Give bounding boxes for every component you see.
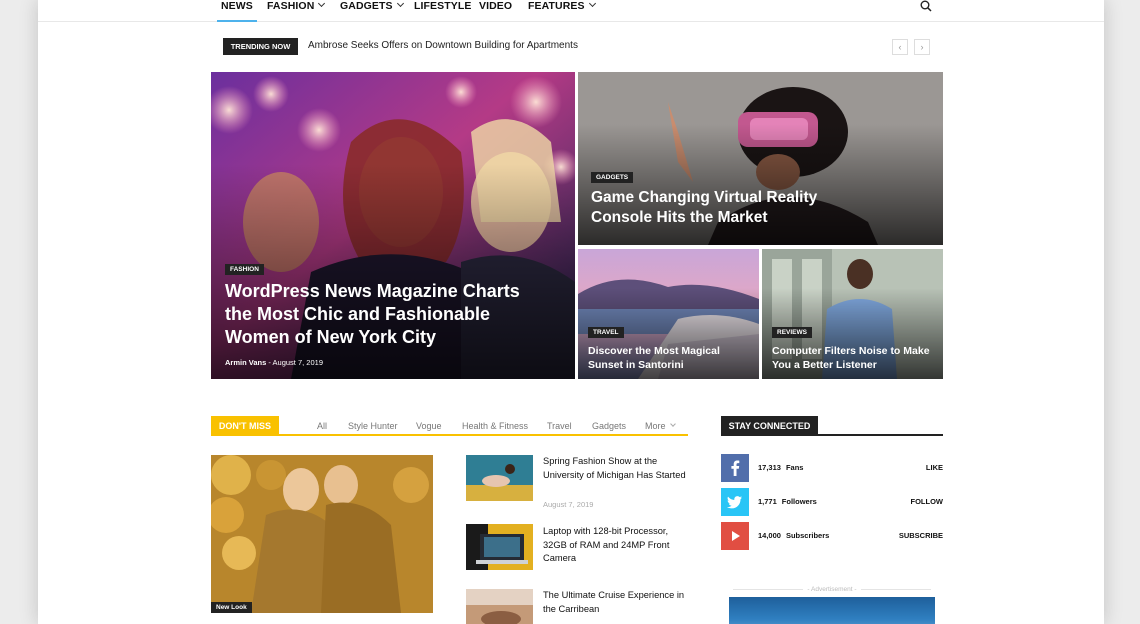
- dont-miss-featured-article[interactable]: New Look: [211, 455, 433, 613]
- category-badge[interactable]: FASHION: [225, 264, 264, 275]
- hero-top-right-article[interactable]: GADGETS Game Changing Virtual Reality Co…: [578, 72, 943, 245]
- nav-label: LIFESTYLE: [414, 0, 472, 12]
- filter-more-label: More: [645, 421, 666, 431]
- twitter-icon: [721, 488, 749, 516]
- post-title-link[interactable]: The Ultimate Cruise Experience in the Ca…: [543, 589, 693, 616]
- post-thumbnail-image: [466, 455, 533, 501]
- social-count: 14,000 Subscribers: [758, 531, 829, 540]
- social-row-facebook[interactable]: 17,313 Fans LIKE: [721, 454, 943, 482]
- advertisement-label: - Advertisement -: [721, 586, 943, 593]
- trending-headline-link[interactable]: Ambrose Seeks Offers on Downtown Buildin…: [308, 40, 578, 51]
- chevron-right-icon: ›: [920, 42, 924, 52]
- filter-more[interactable]: More: [645, 421, 676, 431]
- nav-item-news[interactable]: NEWS: [217, 0, 257, 22]
- hero-main-title[interactable]: WordPress News Magazine Charts the Most …: [225, 280, 535, 349]
- social-count: 1,771 Followers: [758, 497, 817, 506]
- post-thumbnail[interactable]: [466, 524, 533, 570]
- nav-label: GADGETS: [340, 0, 393, 12]
- search-icon[interactable]: [920, 0, 932, 12]
- count-unit: Subscribers: [785, 531, 830, 540]
- hero-top-right-title[interactable]: Game Changing Virtual Reality Console Hi…: [591, 188, 851, 228]
- chevron-left-icon: ‹: [898, 42, 902, 52]
- post-date: August 7, 2019: [543, 500, 594, 509]
- social-count: 17,313 Fans: [758, 463, 803, 472]
- chevron-down-icon: [318, 0, 326, 8]
- post-meta: Armin Vans - August 7, 2019: [225, 358, 323, 367]
- follow-button[interactable]: FOLLOW: [911, 497, 944, 506]
- filter-gadgets[interactable]: Gadgets: [592, 421, 626, 431]
- chevron-down-icon: [396, 0, 404, 8]
- block-title: DON'T MISS: [211, 416, 279, 436]
- post-thumbnail-image: [466, 589, 533, 624]
- advertisement-banner[interactable]: [729, 597, 935, 624]
- advertisement-label-text: - Advertisement -: [807, 586, 857, 593]
- count-value: 1,771: [758, 497, 777, 506]
- chevron-down-icon: [588, 0, 596, 8]
- filter-all[interactable]: All: [317, 421, 327, 431]
- post-title-link[interactable]: Laptop with 128-bit Processor, 32GB of R…: [543, 525, 693, 566]
- page: NEWS FASHION GADGETS LIFESTYLE VIDEO FEA…: [38, 0, 1104, 624]
- nav-item-fashion[interactable]: FASHION: [267, 0, 326, 22]
- social-row-twitter[interactable]: 1,771 Followers FOLLOW: [721, 488, 943, 516]
- filter-health-fitness[interactable]: Health & Fitness: [462, 421, 528, 431]
- count-unit: Fans: [785, 463, 804, 472]
- hero-main-article[interactable]: FASHION WordPress News Magazine Charts t…: [211, 72, 575, 379]
- like-button[interactable]: LIKE: [926, 463, 943, 472]
- main-nav: NEWS FASHION GADGETS LIFESTYLE VIDEO FEA…: [38, 0, 1104, 22]
- post-title-link[interactable]: Spring Fashion Show at the University of…: [543, 455, 693, 482]
- stay-connected-header: STAY CONNECTED: [721, 416, 943, 436]
- count-value: 17,313: [758, 463, 781, 472]
- nav-label: VIDEO: [479, 0, 513, 12]
- hero-bottom-left-article[interactable]: TRAVEL Discover the Most Magical Sunset …: [578, 249, 759, 379]
- author-name[interactable]: Armin Vans: [225, 358, 266, 367]
- count-unit: Followers: [781, 497, 817, 506]
- nav-label: FASHION: [267, 0, 315, 12]
- trending-prev-button[interactable]: ‹: [892, 39, 908, 55]
- nav-item-gadgets[interactable]: GADGETS: [340, 0, 404, 22]
- category-badge[interactable]: GADGETS: [591, 172, 634, 183]
- post-date: August 7, 2019: [272, 358, 323, 367]
- subscribe-button[interactable]: SUBSCRIBE: [899, 531, 943, 540]
- nav-item-features[interactable]: FEATURES: [528, 0, 596, 22]
- nav-item-video[interactable]: VIDEO: [479, 0, 512, 22]
- chevron-down-icon: [669, 421, 676, 427]
- hero-bottom-right-title[interactable]: Computer Filters Noise to Make You a Bet…: [772, 344, 937, 372]
- filter-travel[interactable]: Travel: [547, 421, 572, 431]
- facebook-icon: [721, 454, 749, 482]
- trending-badge: TRENDING NOW: [223, 38, 298, 55]
- post-thumbnail[interactable]: [466, 589, 533, 624]
- trending-next-button[interactable]: ›: [914, 39, 930, 55]
- hero-bottom-left-title[interactable]: Discover the Most Magical Sunset in Sant…: [588, 344, 753, 372]
- category-badge[interactable]: REVIEWS: [772, 327, 812, 338]
- post-thumbnail[interactable]: [466, 455, 533, 501]
- filter-style-hunter[interactable]: Style Hunter: [348, 421, 398, 431]
- featured-post-image: [211, 455, 433, 613]
- nav-label: FEATURES: [528, 0, 585, 12]
- nav-item-lifestyle[interactable]: LIFESTYLE: [414, 0, 472, 22]
- social-row-youtube[interactable]: 14,000 Subscribers SUBSCRIBE: [721, 522, 943, 550]
- hero-bottom-right-article[interactable]: REVIEWS Computer Filters Noise to Make Y…: [762, 249, 943, 379]
- block-title: STAY CONNECTED: [721, 416, 818, 436]
- category-badge[interactable]: TRAVEL: [588, 327, 624, 338]
- youtube-icon: [721, 522, 749, 550]
- nav-label: NEWS: [221, 0, 253, 12]
- filter-vogue[interactable]: Vogue: [416, 421, 442, 431]
- dont-miss-header: DON'T MISS All Style Hunter Vogue Health…: [211, 416, 688, 436]
- post-thumbnail-image: [466, 524, 533, 570]
- count-value: 14,000: [758, 531, 781, 540]
- category-badge[interactable]: New Look: [211, 602, 252, 613]
